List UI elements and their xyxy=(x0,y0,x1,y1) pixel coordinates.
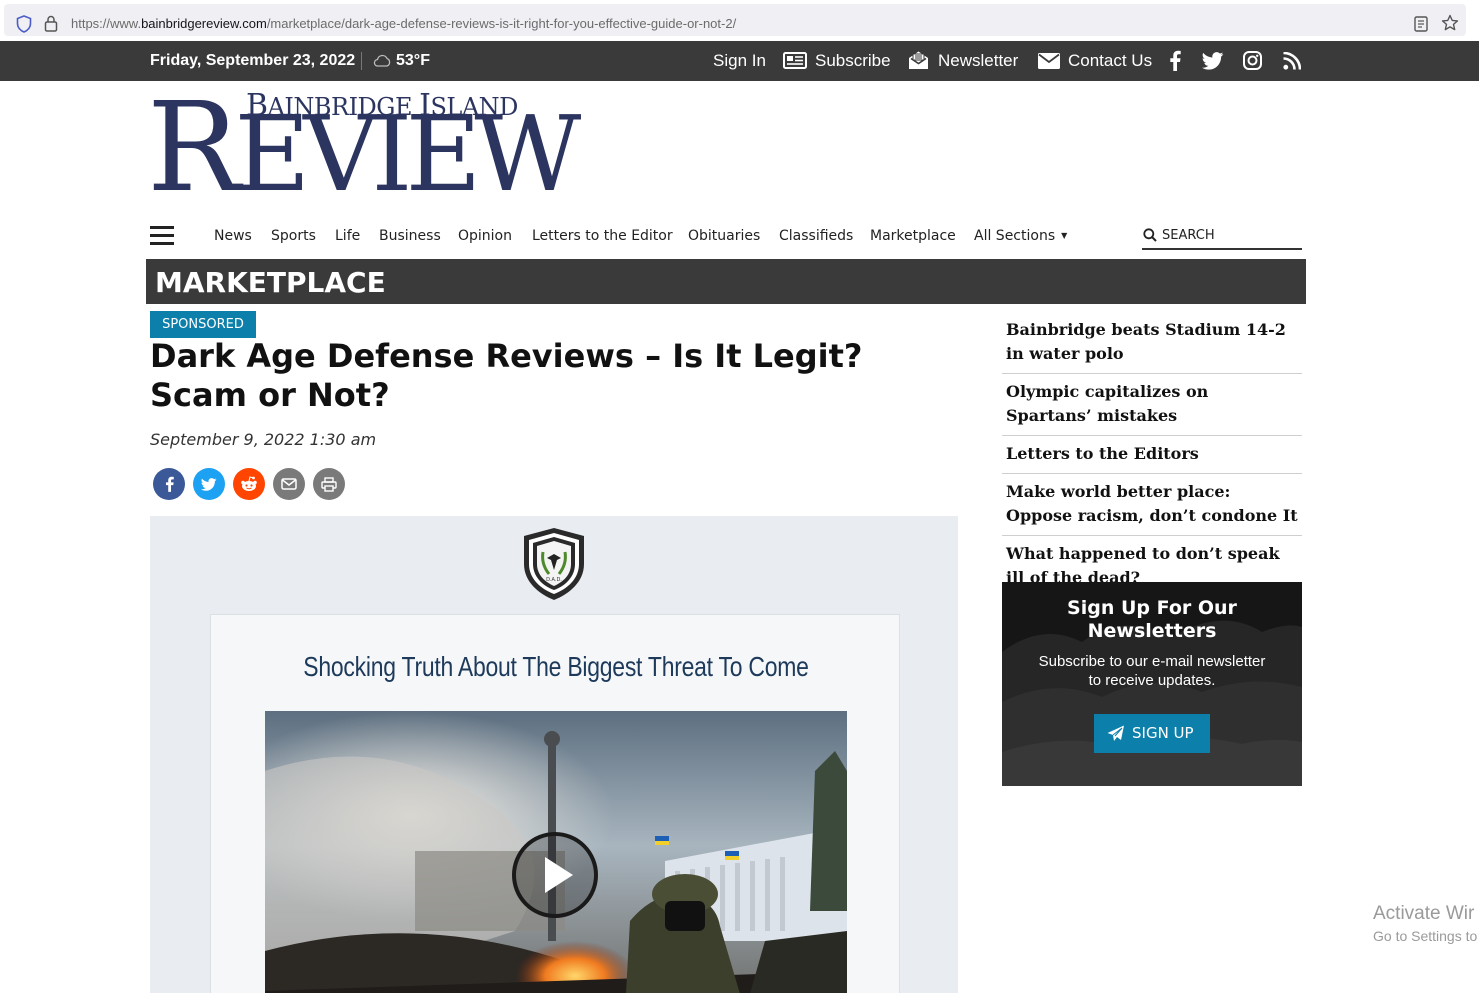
nav-letters-to-the-editor[interactable]: Letters to the Editor xyxy=(532,228,673,244)
dad-shield-logo-icon: D.A.D. xyxy=(524,528,584,600)
share-twitter-button[interactable] xyxy=(193,468,225,500)
newsletter-envelope-icon xyxy=(909,51,928,69)
advertorial-title: Shocking Truth About The Biggest Threat … xyxy=(303,651,809,682)
video-player[interactable] xyxy=(265,711,847,993)
play-icon[interactable] xyxy=(511,831,599,919)
nav-all-sections-label: All Sections xyxy=(974,228,1056,244)
nav-opinion[interactable]: Opinion xyxy=(458,228,512,244)
trending-item[interactable]: Olympic capitalizes on Spartans’ mistake… xyxy=(1002,374,1302,436)
share-reddit-button[interactable] xyxy=(233,468,265,500)
section-title[interactable]: MARKETPLACE xyxy=(155,266,386,299)
email-icon xyxy=(281,478,297,490)
address-bar[interactable]: https://www.bainbridgereview.com/marketp… xyxy=(4,4,1466,36)
section-header: MARKETPLACE xyxy=(146,259,1306,304)
trending-item[interactable]: Letters to the Editors xyxy=(1002,436,1302,474)
search-icon xyxy=(1143,228,1157,242)
browser-toolbar: https://www.bainbridgereview.com/marketp… xyxy=(0,0,1479,41)
logo-main-word: REVIEW xyxy=(147,76,581,220)
twitter-icon xyxy=(201,477,217,491)
top-bar: Friday, September 23, 2022 53°F Sign In … xyxy=(0,41,1479,81)
print-icon xyxy=(321,476,337,492)
newsletter-signup-box: Sign Up For Our Newsletters Subscribe to … xyxy=(1002,582,1302,786)
article-headline: Dark Age Defense Reviews – Is It Legit? … xyxy=(150,337,863,414)
search-placeholder: SEARCH xyxy=(1162,228,1215,243)
activate-windows-subtext: Go to Settings to xyxy=(1373,928,1478,944)
reddit-icon xyxy=(241,476,257,491)
rss-icon[interactable] xyxy=(1283,52,1301,70)
publish-date: September 9, 2022 1:30 am xyxy=(150,430,377,449)
contact-us-link[interactable]: Contact Us xyxy=(1068,51,1152,71)
temperature: 53°F xyxy=(396,52,430,69)
share-facebook-button[interactable] xyxy=(153,468,185,500)
print-button[interactable] xyxy=(313,468,345,500)
facebook-icon[interactable] xyxy=(1169,50,1181,71)
bookmark-star-icon[interactable] xyxy=(1441,14,1459,32)
subscribe-link[interactable]: Subscribe xyxy=(815,51,891,71)
facebook-icon xyxy=(165,476,174,492)
nav-life[interactable]: Life xyxy=(335,228,360,244)
sign-in-link[interactable]: Sign In xyxy=(713,51,766,71)
nav-classifieds[interactable]: Classifieds xyxy=(779,228,853,244)
newsletter-description: Subscribe to our e-mail newsletter to rec… xyxy=(1038,653,1266,689)
trending-item[interactable]: Make world better place: Oppose racism, … xyxy=(1002,474,1302,536)
advertorial-card: Shocking Truth About The Biggest Threat … xyxy=(210,614,900,993)
search-input[interactable]: SEARCH xyxy=(1142,224,1302,250)
reader-view-icon[interactable] xyxy=(1414,16,1428,32)
lock-icon[interactable] xyxy=(44,15,58,32)
url-text[interactable]: https://www.bainbridgereview.com/marketp… xyxy=(71,16,736,31)
newspaper-icon xyxy=(783,52,807,69)
instagram-icon[interactable] xyxy=(1243,51,1262,70)
twitter-icon[interactable] xyxy=(1202,52,1224,70)
caret-down-icon: ▼ xyxy=(1061,231,1068,240)
divider xyxy=(361,52,362,70)
nav-obituaries[interactable]: Obituaries xyxy=(688,228,760,244)
share-email-button[interactable] xyxy=(273,468,305,500)
paper-plane-icon xyxy=(1107,725,1124,741)
current-date: Friday, September 23, 2022 xyxy=(150,52,356,69)
hamburger-menu-icon[interactable] xyxy=(150,226,174,246)
newsletter-title: Sign Up For Our Newsletters xyxy=(1067,597,1237,642)
envelope-icon xyxy=(1038,53,1060,69)
cloud-icon xyxy=(373,54,391,67)
nav-business[interactable]: Business xyxy=(379,228,441,244)
nav-news[interactable]: News xyxy=(214,228,252,244)
nav-sports[interactable]: Sports xyxy=(271,228,316,244)
sponsored-content-frame: D.A.D. Shocking Truth About The Biggest … xyxy=(150,516,958,993)
main-nav: News Sports Life Business Opinion Letter… xyxy=(150,224,1302,250)
tracking-shield-icon[interactable] xyxy=(16,15,32,33)
nav-all-sections[interactable]: All Sections ▼ xyxy=(974,228,1067,244)
newsletter-signup-button[interactable]: SIGN UP xyxy=(1094,714,1210,753)
activate-windows-watermark: Activate Wir xyxy=(1373,903,1475,924)
newsletter-link[interactable]: Newsletter xyxy=(938,51,1018,71)
trending-item[interactable]: Bainbridge beats Stadium 14-2 in water p… xyxy=(1002,312,1302,374)
dad-badge-text: D.A.D. xyxy=(546,577,562,583)
trending-list: Bainbridge beats Stadium 14-2 in water p… xyxy=(1002,312,1302,599)
nav-marketplace[interactable]: Marketplace xyxy=(870,228,956,244)
sponsored-badge[interactable]: SPONSORED xyxy=(150,311,256,338)
signup-label: SIGN UP xyxy=(1132,724,1194,742)
